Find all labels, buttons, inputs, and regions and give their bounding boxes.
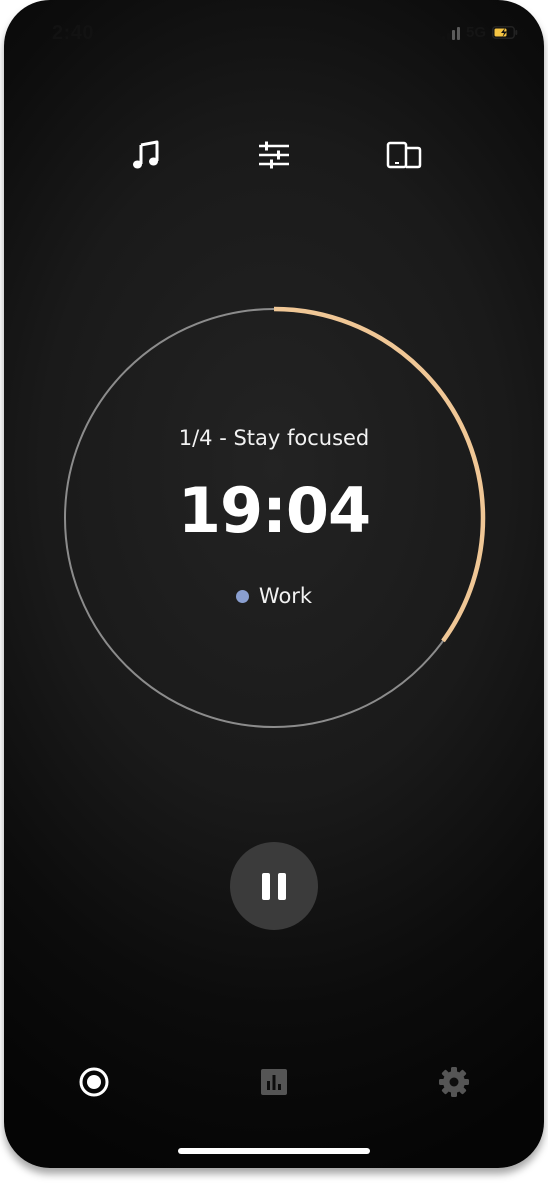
pause-icon xyxy=(258,872,290,900)
home-indicator[interactable] xyxy=(178,1148,370,1154)
timer-content: 1/4 - Stay focused 19:04 Work xyxy=(62,306,486,730)
mode-indicator: Work xyxy=(62,584,486,608)
nav-stats-tab[interactable] xyxy=(250,1058,298,1106)
mode-dot-icon xyxy=(235,589,249,603)
bottom-nav xyxy=(4,1058,544,1106)
nav-timer-tab[interactable] xyxy=(70,1058,118,1106)
top-toolbar xyxy=(4,130,544,180)
signal-icon xyxy=(441,26,460,40)
pause-button[interactable] xyxy=(230,842,318,930)
devices-icon[interactable] xyxy=(382,133,426,177)
mode-label: Work xyxy=(258,584,313,608)
status-indicators: 5G xyxy=(441,24,518,41)
battery-icon xyxy=(492,26,518,39)
stats-icon xyxy=(261,1069,287,1095)
settings-icon xyxy=(439,1067,469,1097)
music-icon[interactable] xyxy=(124,133,168,177)
status-time: 2:40 xyxy=(52,22,95,44)
timer-icon xyxy=(79,1067,109,1097)
session-label: 1/4 - Stay focused xyxy=(178,426,370,450)
network-label: 5G xyxy=(465,24,486,41)
phone-screen: 2:40 5G 1/4 - Stay focused 19:04 Work xyxy=(4,0,544,1168)
status-bar: 2:40 5G xyxy=(4,0,544,60)
sliders-icon[interactable] xyxy=(252,133,296,177)
time-remaining: 19:04 xyxy=(177,474,371,547)
timer-ring: 1/4 - Stay focused 19:04 Work xyxy=(62,306,486,730)
nav-settings-tab[interactable] xyxy=(430,1058,478,1106)
